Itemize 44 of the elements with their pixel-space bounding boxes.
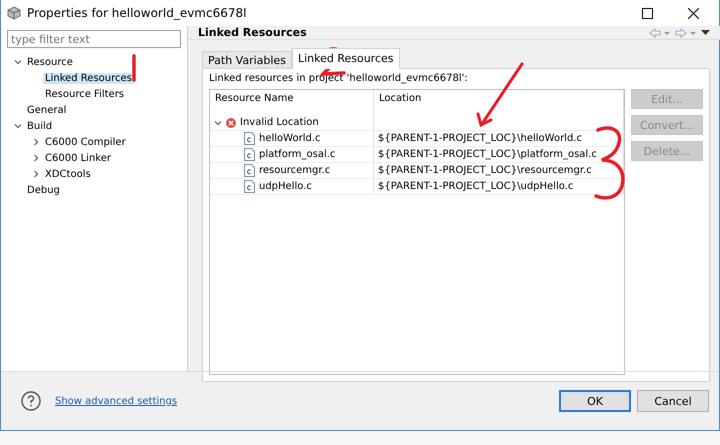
error-icon [226,118,236,128]
group-label[interactable]: Invalid Location [240,117,319,128]
page-title: Linked Resources [198,26,308,39]
chevron-down-icon[interactable] [14,58,22,66]
tree-item[interactable]: Resource Filters [43,88,126,100]
file-name[interactable]: platform_osal.c [259,149,336,160]
c-file-icon [244,148,255,161]
chevron-down-icon[interactable] [14,122,22,130]
dialog-button[interactable]: OK [559,390,631,412]
file-name[interactable]: resourcemgr.c [259,165,330,176]
filter-field[interactable]: type filter text [7,30,181,48]
dialog-button[interactable]: Cancel [637,390,709,412]
tree-item[interactable]: Resource [25,56,75,68]
tab[interactable]: Linked Resources [292,48,400,69]
c-file-icon [244,164,255,177]
file-location: ${PARENT-1-PROJECT_LOC}\resourcemgr.c [378,165,592,176]
tree-item[interactable]: General [25,104,68,116]
cube-icon [7,6,21,20]
advanced-settings-link[interactable]: Show advanced settings [55,396,545,406]
tree-item[interactable]: C6000 Linker [43,152,113,164]
file-location: ${PARENT-1-PROJECT_LOC}\udpHello.c [378,181,574,192]
maximize-icon [642,8,652,18]
tab[interactable]: Path Variables [202,51,292,69]
tree-item[interactable]: Debug [25,184,62,196]
file-location: ${PARENT-1-PROJECT_LOC}\helloWorld.c [378,133,582,144]
tree-item[interactable]: C6000 Compiler [43,136,128,148]
file-location: ${PARENT-1-PROJECT_LOC}\platform_osal.c [378,149,597,160]
file-name[interactable]: udpHello.c [259,181,312,192]
file-name[interactable]: helloWorld.c [259,133,320,144]
stroke-mark-drawing [132,54,136,82]
help-icon[interactable] [21,391,41,411]
menu-caret-icon[interactable] [701,30,710,36]
column-header[interactable]: Resource Name [210,90,374,115]
column-header[interactable]: Location [374,90,624,115]
c-file-icon [244,132,255,145]
c-file-icon [244,180,255,193]
tree-item[interactable]: XDCtools [43,168,93,180]
close-icon [688,8,698,18]
tree-item[interactable]: Build [25,120,54,132]
arrow-drawing [476,62,524,128]
window-title: Properties for helloworld_evmc6678l [27,6,248,20]
chevron-down-icon[interactable] [214,118,222,126]
tree-item[interactable]: Linked Resources [43,72,134,84]
description-text: Linked resources in project 'helloworld_evmc6678l': [209,73,469,84]
